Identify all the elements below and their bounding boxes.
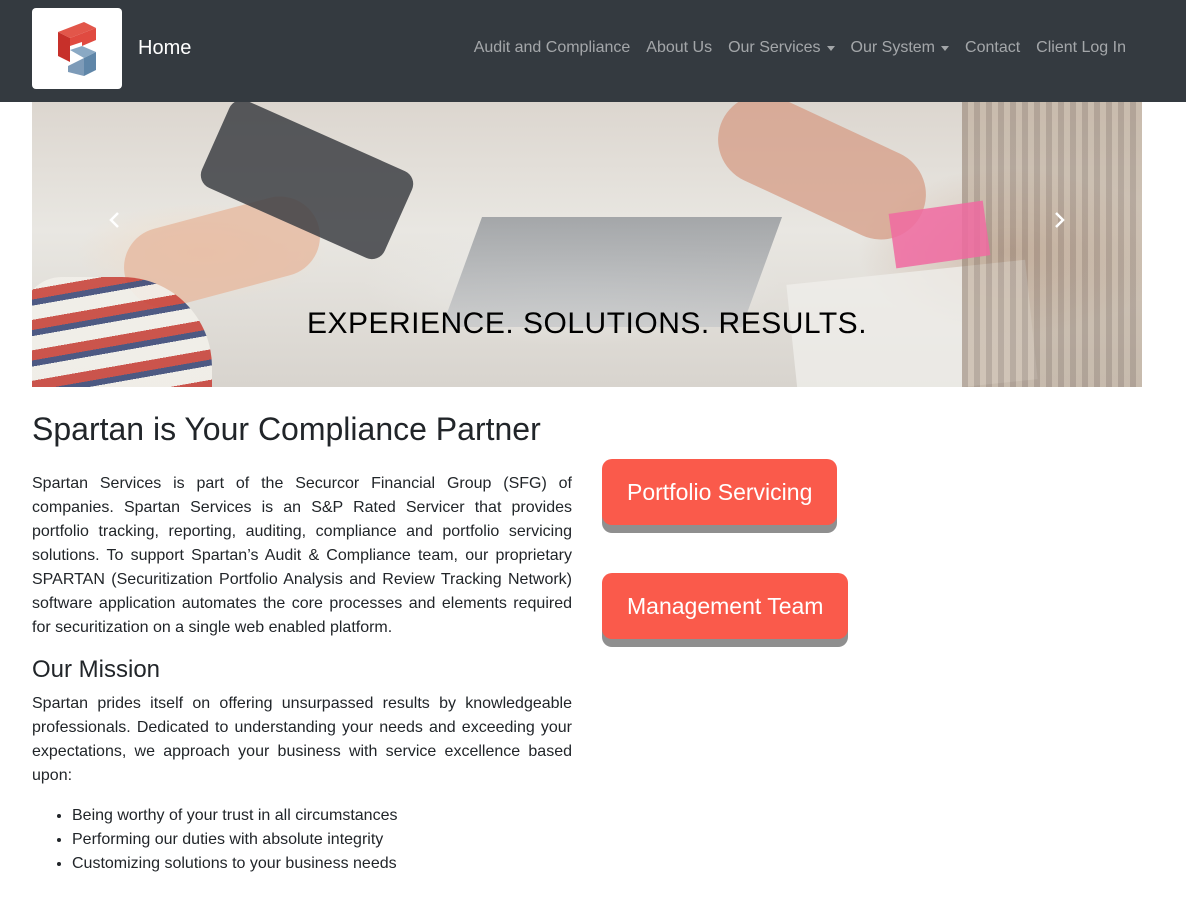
mission-values-list: Being worthy of your trust in all circum… bbox=[72, 804, 397, 876]
nav-about-us[interactable]: About Us bbox=[638, 38, 720, 58]
logo[interactable] bbox=[32, 8, 122, 89]
spartan-cube-logo-icon bbox=[58, 21, 96, 76]
portfolio-servicing-button[interactable]: Portfolio Servicing bbox=[602, 459, 838, 525]
carousel-caption: EXPERIENCE. SOLUTIONS. RESULTS. bbox=[306, 307, 868, 340]
nav-label: Contact bbox=[965, 39, 1021, 56]
caret-down-icon bbox=[826, 45, 835, 51]
list-item: Being worthy of your trust in all circum… bbox=[72, 804, 397, 828]
navbar: Home Audit and Compliance About Us Our S… bbox=[0, 0, 1186, 102]
chevron-right-icon bbox=[1055, 212, 1065, 228]
nav-menu: Audit and Compliance About Us Our Servic… bbox=[466, 38, 1134, 58]
nav-label: About Us bbox=[646, 39, 713, 56]
nav-client-login[interactable]: Client Log In bbox=[1028, 38, 1134, 58]
management-team-button[interactable]: Management Team bbox=[602, 573, 849, 639]
hero-carousel: EXPERIENCE. SOLUTIONS. RESULTS. bbox=[32, 102, 1142, 387]
carousel-prev-button[interactable] bbox=[105, 210, 125, 230]
nav-our-system-dropdown[interactable]: Our System bbox=[843, 38, 957, 58]
nav-audit-compliance[interactable]: Audit and Compliance bbox=[466, 38, 639, 58]
nav-label: Our Services bbox=[728, 39, 821, 56]
nav-label: Our System bbox=[850, 39, 936, 56]
carousel-next-button[interactable] bbox=[1049, 210, 1069, 230]
chevron-left-icon bbox=[109, 212, 119, 228]
nav-label: Client Log In bbox=[1036, 39, 1126, 56]
caret-down-icon bbox=[941, 45, 950, 51]
list-item: Performing our duties with absolute inte… bbox=[72, 828, 397, 852]
page-title: Spartan is Your Compliance Partner bbox=[32, 411, 541, 447]
list-item: Customizing solutions to your business n… bbox=[72, 852, 397, 876]
nav-contact[interactable]: Contact bbox=[957, 38, 1028, 58]
intro-paragraph: Spartan Services is part of the Securcor… bbox=[32, 475, 572, 636]
mission-paragraph: Spartan prides itself on offering unsurp… bbox=[32, 695, 572, 784]
mission-heading: Our Mission bbox=[32, 656, 161, 683]
nav-our-services-dropdown[interactable]: Our Services bbox=[720, 38, 842, 58]
home-link[interactable]: Home bbox=[138, 37, 191, 59]
nav-label: Audit and Compliance bbox=[473, 39, 631, 56]
